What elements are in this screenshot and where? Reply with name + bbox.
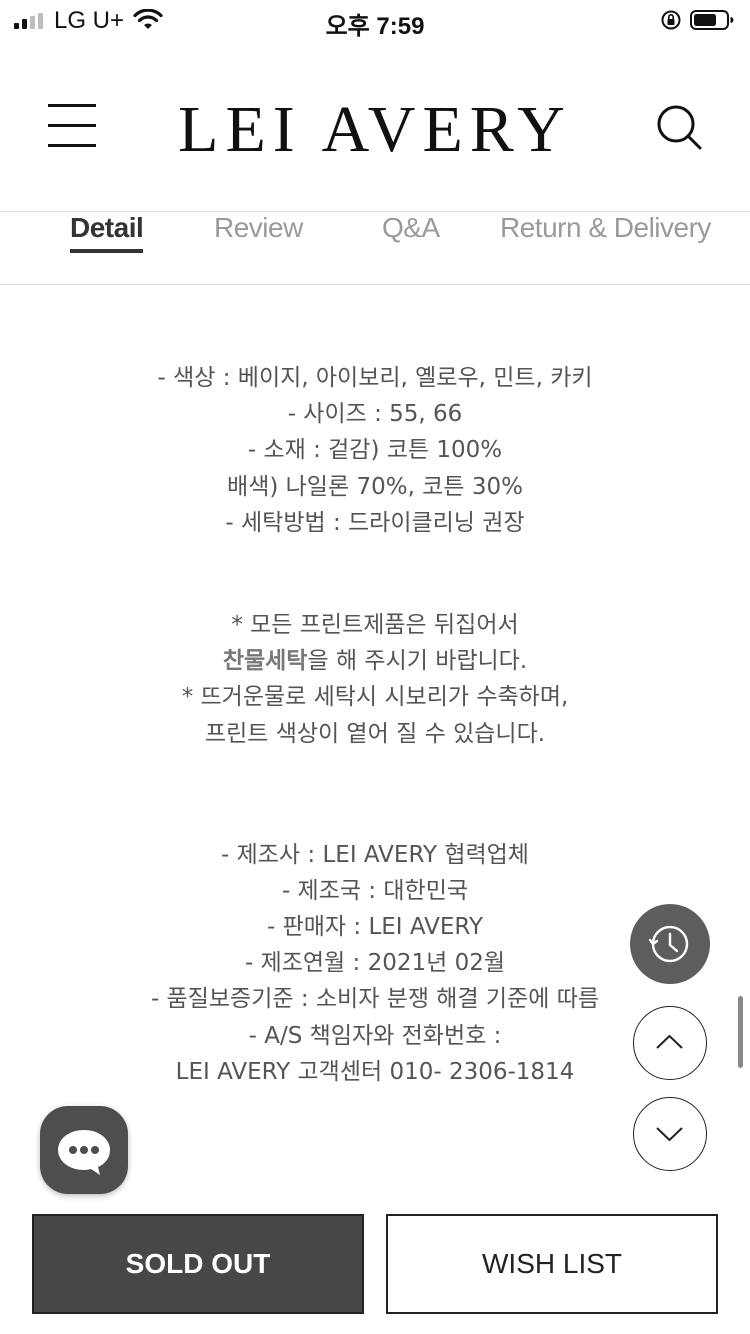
maker-manufacturer: - 제조사 : LEI AVERY 협력업체: [221, 841, 529, 868]
page-scrollbar[interactable]: [738, 996, 743, 1068]
spec-material-accent: 배색) 나일론 70%, 코튼 30%: [227, 473, 523, 500]
clock-icon: [648, 925, 689, 963]
tab-return-delivery[interactable]: Return & Delivery: [500, 212, 711, 244]
care-note-2: 찬물세탁을 해 주시기 바랍니다.: [0, 643, 750, 679]
spec-material: - 소재 : 겉감) 코튼 100%: [247, 437, 503, 464]
wish-list-button[interactable]: WISH LIST: [386, 1214, 718, 1314]
tab-detail[interactable]: Detail: [70, 212, 144, 253]
battery-icon: [690, 10, 734, 30]
chevron-down-icon: [656, 1127, 683, 1142]
care-note-3: * 뜨거운물로 세탁시 시보리가 수축하며,: [181, 684, 569, 711]
spec-washing: - 세탁방법 : 드라이클리닝 권장: [225, 509, 525, 536]
chat-button[interactable]: [40, 1106, 128, 1194]
spec-size: - 사이즈 : 55, 66: [287, 401, 463, 428]
tab-qna[interactable]: Q&A: [382, 212, 440, 244]
brand-logo[interactable]: LEI AVERY: [0, 92, 750, 168]
care-note-2-rest: 을 해 주시기 바랍니다.: [307, 648, 528, 675]
status-bar: LG U+ 오후 7:59: [0, 0, 750, 40]
spec-color: - 색상 : 베이지, 아이보리, 옐로우, 민트, 카키: [157, 365, 593, 391]
scroll-bottom-button[interactable]: [633, 1097, 707, 1171]
care-note-emphasis: 찬물세탁: [222, 648, 308, 675]
search-icon[interactable]: [654, 102, 704, 152]
site-header: LEI AVERY: [0, 60, 750, 212]
care-note-4: 프린트 색상이 옅어 질 수 있습니다.: [204, 720, 546, 747]
orientation-lock-icon: [661, 10, 681, 30]
sold-out-button[interactable]: SOLD OUT: [32, 1214, 364, 1314]
care-note-1: * 모든 프린트제품은 뒤집어서: [231, 611, 519, 638]
tab-review[interactable]: Review: [214, 212, 303, 244]
chat-bubble-icon: [58, 1130, 110, 1175]
status-time: 오후 7:59: [325, 13, 425, 40]
chevron-up-icon: [656, 1034, 683, 1049]
scroll-top-button[interactable]: [633, 1006, 707, 1080]
recent-history-button[interactable]: [630, 904, 710, 984]
product-tabs: Detail Review Q&A Return & Delivery: [0, 212, 750, 285]
